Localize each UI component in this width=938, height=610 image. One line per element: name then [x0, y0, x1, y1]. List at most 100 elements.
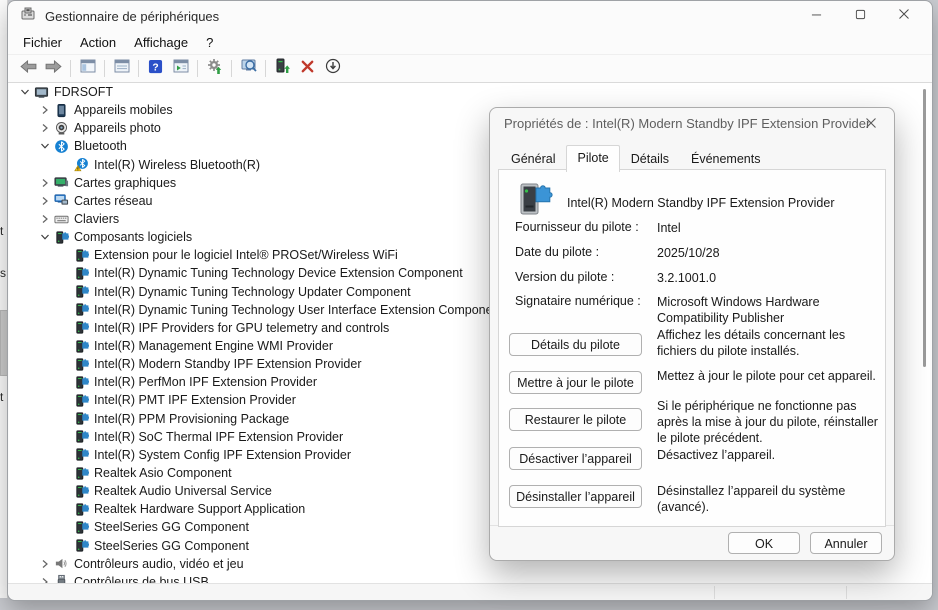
software-component-icon [73, 447, 90, 462]
roll-back-driver-button[interactable]: Restaurer le pilote [509, 408, 642, 431]
uninstall-device-button[interactable] [295, 57, 320, 80]
status-bar-divider [714, 586, 715, 599]
update-driver-icon [207, 58, 223, 79]
computer-icon [33, 85, 50, 100]
toolbar-separator [265, 60, 266, 77]
software-component-icon [73, 466, 90, 481]
chevron-right-icon[interactable] [37, 123, 53, 133]
forward-icon [44, 59, 63, 78]
field-label: Version du pilote : [515, 270, 615, 284]
forward-button[interactable] [41, 57, 66, 80]
tree-item-label: Realtek Asio Component [94, 466, 232, 481]
keyboard-icon [53, 212, 70, 227]
add-driver-button[interactable] [270, 57, 295, 80]
tree-item-label: Intel(R) PMT IPF Extension Provider [94, 393, 296, 408]
tree-item-label: Intel(R) Dynamic Tuning Technology Updat… [94, 284, 411, 299]
action-description: Désinstallez l’appareil du système (avan… [657, 484, 846, 514]
show-console-tree-button[interactable] [75, 57, 100, 80]
window-controls [794, 1, 926, 31]
toolbar: ? [8, 54, 932, 83]
action-pane-icon [173, 59, 189, 78]
properties-dialog: Propriétés de : Intel(R) Modern Standby … [489, 107, 895, 561]
tab-pilote[interactable]: Pilote [566, 145, 620, 172]
properties-icon [114, 59, 130, 78]
update-driver-button[interactable]: Mettre à jour le pilote [509, 371, 642, 394]
update-driver-button[interactable] [202, 57, 227, 80]
tab-général[interactable]: Général [500, 147, 566, 171]
background-text-fragment: t [0, 390, 4, 404]
title-bar: Gestionnaire de périphériques [8, 1, 932, 31]
toolbar-separator [231, 60, 232, 77]
phone-icon [53, 103, 70, 118]
cancel-button[interactable]: Annuler [810, 532, 882, 554]
help-button[interactable]: ? [143, 57, 168, 80]
toolbar-separator [70, 60, 71, 77]
dialog-close-button[interactable] [860, 114, 882, 136]
tree-item-label: Realtek Audio Universal Service [94, 484, 272, 499]
tree-item-label: SteelSeries GG Component [94, 538, 249, 553]
chevron-right-icon[interactable] [37, 559, 53, 569]
tree-scrollbar[interactable] [923, 89, 926, 367]
ok-button[interactable]: OK [728, 532, 800, 554]
chevron-right-icon[interactable] [37, 178, 53, 188]
software-component-icon [73, 266, 90, 281]
menu-bar: Fichier Action Affichage? [8, 31, 932, 54]
tree-item-label: Composants logiciels [74, 230, 193, 245]
action-pane-button[interactable] [168, 57, 193, 80]
network-icon [53, 193, 70, 208]
chevron-down-icon[interactable] [37, 141, 53, 151]
software-component-icon [73, 357, 90, 372]
tree-item[interactable]: FDRSOFT [9, 83, 930, 101]
tree-item-label: SteelSeries GG Component [94, 520, 249, 535]
driver-details-button[interactable]: Détails du pilote [509, 333, 642, 356]
bluetooth-warning-icon [73, 157, 90, 172]
minimize-icon [811, 7, 822, 25]
device-manager-icon [20, 6, 36, 27]
back-button[interactable] [16, 57, 41, 80]
field-value: 2025/10/28 [657, 246, 720, 260]
action-description: Désactivez l’appareil. [657, 448, 776, 462]
tree-item-label: Intel(R) System Config IPF Extension Pro… [94, 447, 352, 462]
disable-device-button[interactable] [320, 57, 345, 80]
chevron-down-icon[interactable] [37, 232, 53, 242]
software-component-icon [73, 538, 90, 553]
dialog-tabs: Général Pilote Détails Événements [500, 145, 771, 172]
tree-item-label: Extension pour le logiciel Intel® PROSet… [94, 248, 398, 263]
field-value: Microsoft Windows Hardware Compatibility… [657, 295, 820, 326]
close-button[interactable] [882, 1, 926, 31]
device-tower-icon [513, 180, 553, 225]
uninstall-device-button[interactable]: Désinstaller l’appareil [509, 485, 642, 508]
dialog-footer: OK Annuler [490, 525, 894, 560]
minimize-button[interactable] [794, 1, 838, 31]
tree-item-label: Intel(R) Dynamic Tuning Technology Devic… [94, 266, 463, 281]
tree-item-label: Intel(R) PPM Provisioning Package [94, 411, 290, 426]
software-component-icon [73, 375, 90, 390]
menu-item-?[interactable]: ? [197, 33, 222, 52]
menu-item-affichage[interactable]: Affichage [125, 33, 197, 52]
chevron-right-icon[interactable] [37, 214, 53, 224]
tab-événements[interactable]: Événements [680, 147, 771, 171]
tree-item-label: Appareils mobiles [74, 103, 173, 118]
tree-item-label: Intel(R) Wireless Bluetooth(R) [94, 157, 261, 172]
back-icon [19, 59, 38, 78]
menu-item-action[interactable]: Action [71, 33, 125, 52]
disable-device-button[interactable]: Désactiver l’appareil [509, 447, 642, 470]
software-component-icon [73, 284, 90, 299]
close-icon [898, 7, 910, 25]
chevron-right-icon[interactable] [37, 105, 53, 115]
help-icon: ? [148, 59, 163, 79]
tree-item-label: Cartes graphiques [74, 175, 177, 190]
status-bar-divider [846, 586, 847, 599]
field-label: Signataire numérique : [515, 294, 641, 308]
chevron-right-icon[interactable] [37, 196, 53, 206]
tree-item-label: Intel(R) SoC Thermal IPF Extension Provi… [94, 429, 344, 444]
scan-hardware-button[interactable] [236, 57, 261, 80]
properties-button[interactable] [109, 57, 134, 80]
tree-item-label: Intel(R) IPF Providers for GPU telemetry… [94, 320, 390, 335]
device-name: Intel(R) Modern Standby IPF Extension Pr… [567, 195, 835, 210]
software-component-icon [73, 393, 90, 408]
tab-détails[interactable]: Détails [620, 147, 680, 171]
maximize-button[interactable] [838, 1, 882, 31]
menu-item-fichier[interactable]: Fichier [14, 33, 71, 52]
chevron-down-icon[interactable] [17, 87, 33, 97]
